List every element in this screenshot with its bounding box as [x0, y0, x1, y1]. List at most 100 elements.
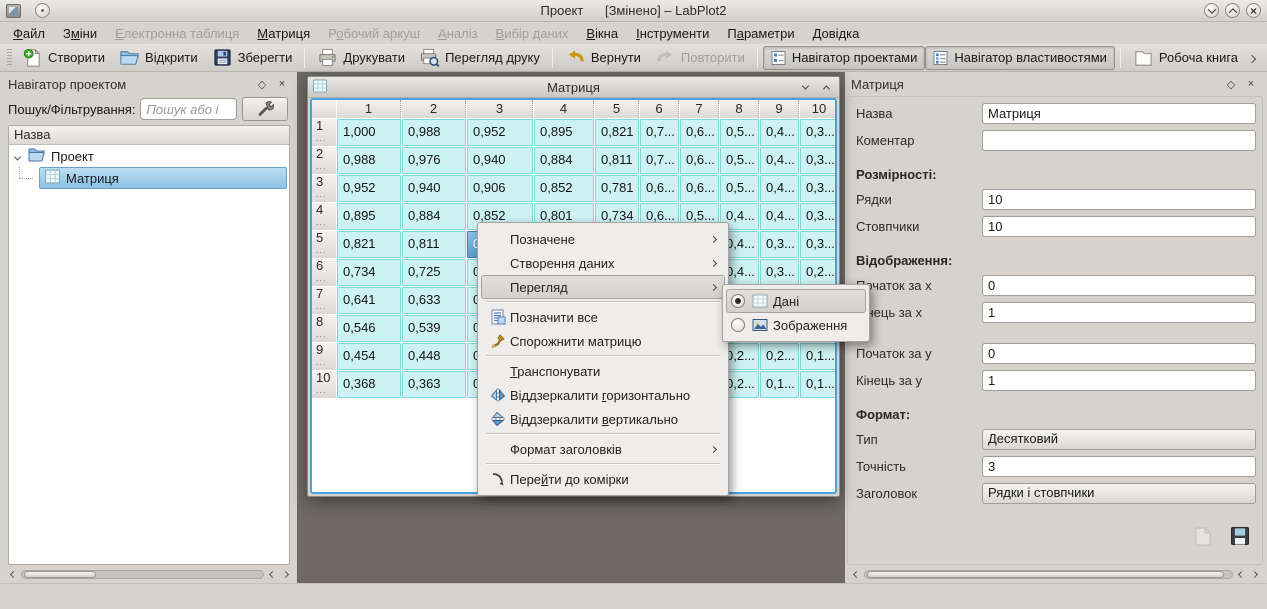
menubar-item[interactable]: Зміни	[54, 24, 106, 43]
matrix-cell[interactable]: 0,448	[402, 343, 466, 370]
context-menu-item[interactable]: Спорожнити матрицю	[481, 329, 725, 353]
matrix-column-header[interactable]: 7	[680, 100, 719, 118]
matrix-cell[interactable]: 0,1...	[800, 371, 837, 398]
matrix-cell[interactable]: 0,988	[402, 119, 466, 146]
matrix-cell[interactable]: 0,633	[402, 287, 466, 314]
matrix-cell[interactable]: 0,6...	[680, 175, 719, 202]
menubar-item[interactable]: Матриця	[248, 24, 319, 43]
matrix-cell[interactable]: 0,811	[402, 231, 466, 258]
matrix-cell[interactable]: 0,5...	[720, 147, 759, 174]
matrix-row-header[interactable]: 5...	[312, 231, 336, 258]
menubar-item[interactable]: Файл	[4, 24, 54, 43]
matrix-cell[interactable]: 0,546	[337, 315, 401, 342]
matrix-cell[interactable]: 0,988	[337, 147, 401, 174]
yend-field[interactable]	[982, 370, 1256, 391]
undo-button[interactable]: Вернути	[558, 46, 648, 70]
matrix-cell[interactable]: 0,6...	[680, 147, 719, 174]
ystart-field[interactable]	[982, 343, 1256, 364]
header-format-combobox[interactable]: Рядки і стовпчики	[982, 483, 1256, 504]
matrix-cell[interactable]: 0,5...	[720, 175, 759, 202]
view-submenu-item[interactable]: Дані	[726, 289, 866, 313]
search-options-button[interactable]	[242, 97, 288, 121]
matrix-cell[interactable]: 0,952	[337, 175, 401, 202]
matrix-row-header[interactable]: 4...	[312, 203, 336, 230]
xend-field[interactable]	[982, 302, 1256, 323]
matrix-cell[interactable]: 0,1...	[800, 343, 837, 370]
scroll-left-icon[interactable]	[8, 572, 18, 577]
close-button[interactable]: ×	[1246, 3, 1261, 18]
matrix-row-header[interactable]: 8...	[312, 315, 336, 342]
matrix-cell[interactable]: 0,454	[337, 343, 401, 370]
matrix-cell[interactable]: 0,940	[467, 147, 533, 174]
matrix-cell[interactable]: 0,3...	[760, 259, 799, 286]
context-menu-item[interactable]: Формат заголовків	[481, 437, 725, 461]
toolbar-overflow-button[interactable]	[1249, 50, 1255, 65]
menubar-item[interactable]: Довідка	[804, 24, 869, 43]
matrix-cell[interactable]: 0,2...	[760, 343, 799, 370]
matrix-column-header[interactable]: 3	[467, 100, 533, 118]
comment-field[interactable]	[982, 130, 1256, 151]
dock-close-icon[interactable]: ×	[1243, 76, 1259, 92]
open-button[interactable]: Відкрити	[112, 46, 205, 70]
name-field[interactable]	[982, 103, 1256, 124]
matrix-column-header[interactable]: 6	[640, 100, 679, 118]
matrix-column-header[interactable]: 2	[402, 100, 466, 118]
matrix-cell[interactable]: 0,3...	[800, 231, 837, 258]
matrix-column-header[interactable]: 5	[595, 100, 639, 118]
menubar-item[interactable]: Параметри	[718, 24, 803, 43]
scroll-left-icon[interactable]	[1236, 572, 1246, 577]
matrix-cell[interactable]: 0,3...	[800, 175, 837, 202]
matrix-column-header[interactable]: 8	[720, 100, 759, 118]
matrix-cell[interactable]: 0,852	[534, 175, 594, 202]
matrix-cell[interactable]: 0,4...	[760, 119, 799, 146]
matrix-cell[interactable]: 0,976	[402, 147, 466, 174]
matrix-cell[interactable]: 0,906	[467, 175, 533, 202]
save-button[interactable]: Зберегти	[205, 46, 300, 70]
menubar-item[interactable]: Вікна	[577, 24, 627, 43]
matrix-cell[interactable]: 0,734	[337, 259, 401, 286]
matrix-cell[interactable]: 0,6...	[680, 119, 719, 146]
matrix-cell[interactable]: 0,1...	[760, 371, 799, 398]
properties-hscrollbar[interactable]	[851, 568, 1259, 581]
context-menu-item[interactable]: Перейти до комірки	[481, 467, 725, 491]
matrix-cell[interactable]: 0,884	[402, 203, 466, 230]
scroll-left-icon[interactable]	[267, 572, 277, 577]
matrix-column-header[interactable]: 10	[800, 100, 837, 118]
menubar-item[interactable]: Інструменти	[627, 24, 718, 43]
tree-item-matrix[interactable]: Матриця	[9, 167, 289, 189]
matrix-cell[interactable]: 0,7...	[640, 147, 679, 174]
subwindow-restore-button[interactable]	[819, 80, 834, 95]
xstart-field[interactable]	[982, 275, 1256, 296]
matrix-cell[interactable]: 1,000	[337, 119, 401, 146]
toolbar-handle[interactable]	[7, 49, 12, 67]
matrix-cell[interactable]: 0,641	[337, 287, 401, 314]
new-project-button[interactable]: Створити	[15, 46, 112, 70]
columns-field[interactable]	[982, 216, 1256, 237]
context-menu-item[interactable]: Створення даних	[481, 251, 725, 275]
matrix-cell[interactable]: 0,5...	[720, 119, 759, 146]
matrix-row-header[interactable]: 6...	[312, 259, 336, 286]
matrix-corner-cell[interactable]	[312, 100, 336, 118]
dock-float-icon[interactable]: ◇	[254, 76, 270, 92]
save-template-button[interactable]	[1226, 524, 1254, 550]
maximize-button[interactable]	[1225, 3, 1240, 18]
matrix-cell[interactable]: 0,539	[402, 315, 466, 342]
matrix-cell[interactable]: 0,3...	[760, 231, 799, 258]
project-explorer-hscrollbar[interactable]	[8, 568, 290, 581]
matrix-cell[interactable]: 0,2...	[800, 259, 837, 286]
matrix-cell[interactable]: 0,811	[595, 147, 639, 174]
matrix-subwindow-titlebar[interactable]: Матриця	[308, 77, 839, 98]
expander-icon[interactable]	[15, 149, 20, 164]
matrix-cell[interactable]: 0,821	[337, 231, 401, 258]
matrix-row-header[interactable]: 9...	[312, 343, 336, 370]
scroll-right-icon[interactable]	[280, 572, 290, 577]
matrix-cell[interactable]: 0,3...	[800, 203, 837, 230]
matrix-cell[interactable]: 0,3...	[800, 147, 837, 174]
precision-field[interactable]	[982, 456, 1256, 477]
context-menu-item[interactable]: Транспонувати	[481, 359, 725, 383]
context-menu-item[interactable]: Позначити все	[481, 305, 725, 329]
matrix-cell[interactable]: 0,781	[595, 175, 639, 202]
matrix-cell[interactable]: 0,884	[534, 147, 594, 174]
matrix-cell[interactable]: 0,3...	[800, 119, 837, 146]
matrix-cell[interactable]: 0,363	[402, 371, 466, 398]
